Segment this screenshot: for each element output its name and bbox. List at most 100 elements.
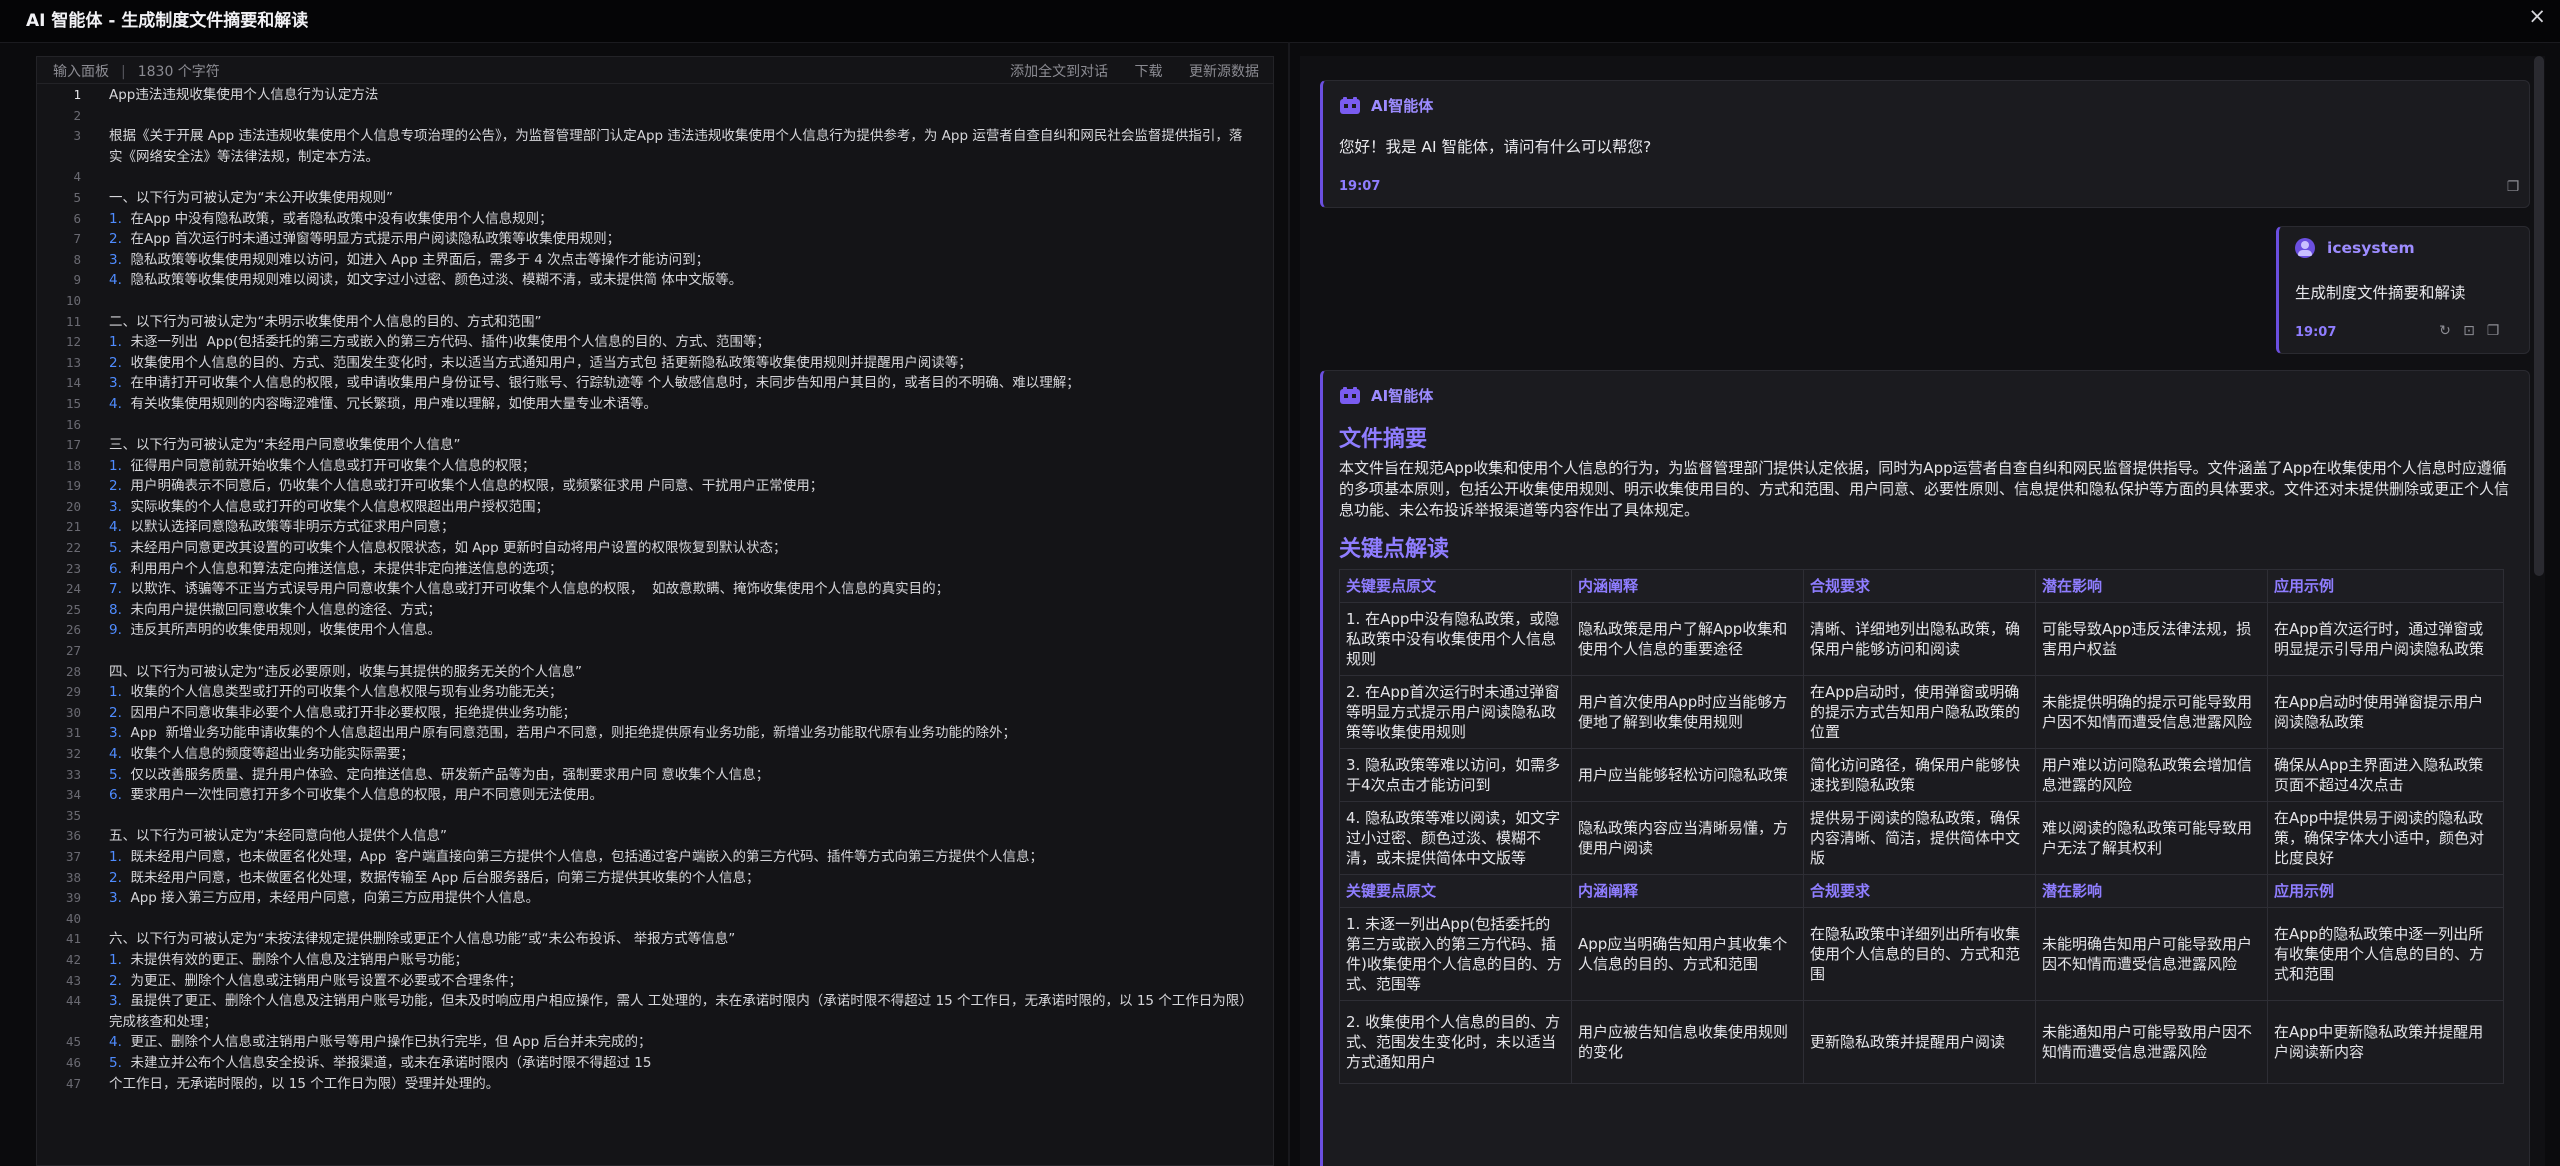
editor-line[interactable]: 14 3. 在申请打开可收集个人信息的权限，或申请收集用户身份证号、银行账号、行踪… bbox=[37, 373, 1273, 394]
editor-line[interactable]: 44 3. 虽提供了更正、删除个人信息及注销用户账号功能，但未及时响应用户相应操作… bbox=[37, 991, 1273, 1032]
download-button[interactable]: 下载 bbox=[1135, 64, 1163, 80]
table-cell: 难以阅读的隐私政策可能导致用户无法了解其权利 bbox=[2035, 801, 2268, 875]
editor-line[interactable]: 36 五、以下行为可被认定为“未经同意向他人提供个人信息” bbox=[37, 826, 1273, 847]
editor-line[interactable]: 8 3. 隐私政策等收集使用规则难以访问，如进入 App 主界面后，需多于 4 次… bbox=[37, 250, 1273, 271]
input-panel-label: 输入面板 bbox=[53, 64, 109, 80]
editor-line[interactable]: 22 5. 未经用户同意更改其设置的可收集个人信息权限状态，如 App 更新时自动… bbox=[37, 538, 1273, 559]
line-number: 10 bbox=[65, 292, 81, 308]
chat-scrollbar[interactable] bbox=[2534, 56, 2544, 576]
editor-line[interactable]: 32 4. 收集个人信息的频度等超出业务功能实际需要； bbox=[37, 744, 1273, 765]
editor-line[interactable]: 18 1. 征得用户同意前就开始收集个人信息或打开可收集个人信息的权限； bbox=[37, 456, 1273, 477]
editor-line[interactable]: 16 bbox=[37, 415, 1273, 436]
editor-line[interactable]: 39 3. App 接入第三方应用，未经用户同意，向第三方应用提供个人信息。 bbox=[37, 888, 1273, 909]
line-content: 征得用户同意前就开始收集个人信息或打开可收集个人信息的权限； bbox=[130, 457, 536, 474]
line-text: 2. 为更正、删除个人信息或注销用户账号设置不必要或不合理条件； bbox=[109, 971, 1251, 992]
list-number: 1. bbox=[109, 334, 122, 351]
copy-icon[interactable]: ❐ bbox=[2505, 179, 2521, 195]
list-number: 1. bbox=[109, 848, 122, 865]
list-number: 5. bbox=[109, 540, 122, 557]
editor-line[interactable]: 46 5. 未建立并公布个人信息安全投诉、举报渠道，或未在承诺时限内（承诺时限不得… bbox=[37, 1053, 1273, 1074]
editor-line[interactable]: 7 2. 在App 首次运行时未通过弹窗等明显方式提示用户阅读隐私政策等收集使用规… bbox=[37, 229, 1273, 250]
editor-line[interactable]: 23 6. 利用用户个人信息和算法定向推送信息，未提供非定向推送信息的选项； bbox=[37, 559, 1273, 580]
editor-line[interactable]: 20 3. 实际收集的个人信息或打开的可收集个人信息权限超出用户授权范围； bbox=[37, 497, 1273, 518]
editor-text-area[interactable]: 1 App违法违规收集使用个人信息行为认定方法 2 3 根据《关于开展 App 违法违规… bbox=[37, 85, 1273, 1165]
line-number: 19 bbox=[65, 478, 81, 494]
editor-line[interactable]: 34 6. 要求用户一次性同意打开多个可收集个人信息的权限，用户不同意则无法使用。 bbox=[37, 785, 1273, 806]
table-cell: 确保从App主界面进入隐私政策页面不超过4次点击 bbox=[2267, 748, 2504, 802]
line-number: 45 bbox=[65, 1034, 81, 1050]
editor-line[interactable]: 26 9. 违反其所声明的收集使用规则，收集使用个人信息。 bbox=[37, 620, 1273, 641]
editor-line[interactable]: 40 bbox=[37, 909, 1273, 930]
editor-line[interactable]: 15 4. 有关收集使用规则的内容晦涩难懂、冗长繁琐，用户难以理解，如使用大量专业… bbox=[37, 394, 1273, 415]
editor-line[interactable]: 31 3. App 新增业务功能申请收集的个人信息超出用户原有同意范围，若用户不同… bbox=[37, 723, 1273, 744]
close-icon[interactable]: × bbox=[2528, 4, 2546, 28]
panel-divider[interactable] bbox=[1288, 42, 1290, 1166]
editor-line[interactable]: 17 三、以下行为可被认定为“未经用户同意收集使用个人信息” bbox=[37, 435, 1273, 456]
editor-line[interactable]: 13 2. 收集使用个人信息的目的、方式、范围发生变化时，未以适当方式通知用户，适… bbox=[37, 353, 1273, 374]
line-number: 13 bbox=[65, 354, 81, 370]
editor-line[interactable]: 25 8. 未向用户提供撤回同意收集个人信息的途径、方式； bbox=[37, 600, 1273, 621]
table-cell: 在App的隐私政策中逐一列出所有收集使用个人信息的目的、方式和范围 bbox=[2267, 907, 2504, 1001]
user-avatar-icon bbox=[2295, 237, 2315, 258]
line-text: 8. 未向用户提供撤回同意收集个人信息的途径、方式； bbox=[109, 600, 1251, 621]
editor-line[interactable]: 43 2. 为更正、删除个人信息或注销用户账号设置不必要或不合理条件； bbox=[37, 971, 1273, 992]
key-points-table: 关键要点原文 内涵阐释 合规要求 潜在影响 应用示例 1. 在App中没有隐私政… bbox=[1339, 569, 2504, 1084]
line-content: 三、以下行为可被认定为“未经用户同意收集使用个人信息” bbox=[109, 437, 461, 454]
editor-line[interactable]: 42 1. 未提供有效的更正、删除个人信息及注销用户账号功能； bbox=[37, 950, 1273, 971]
line-content: 六、以下行为可被认定为“未按法律规定提供删除或更正个人信息功能”或“未公布投诉、… bbox=[109, 931, 736, 948]
table-cell: 未能提供明确的提示可能导致用户因不知情而遭受信息泄露风险 bbox=[2035, 675, 2268, 749]
editor-line[interactable]: 10 bbox=[37, 291, 1273, 312]
editor-line[interactable]: 33 5. 仅以改善服务质量、提升用户体验、定向推送信息、研发新产品等为由，强制要… bbox=[37, 765, 1273, 786]
copy-icon[interactable]: ❐ bbox=[2485, 323, 2501, 339]
editor-line[interactable]: 24 7. 以欺诈、诱骗等不正当方式误导用户同意收集个人信息或打开可收集个人信息的… bbox=[37, 579, 1273, 600]
editor-line[interactable]: 30 2. 因用户不同意收集非必要个人信息或打开非必要权限，拒绝提供业务功能； bbox=[37, 703, 1273, 724]
table-cell: 提供易于阅读的隐私政策，确保内容清晰、简洁，提供简体中文版 bbox=[1803, 801, 2036, 875]
list-number: 1. bbox=[109, 457, 122, 474]
line-text: 6. 要求用户一次性同意打开多个可收集个人信息的权限，用户不同意则无法使用。 bbox=[109, 785, 1251, 806]
editor-line[interactable]: 1 App违法违规收集使用个人信息行为认定方法 bbox=[37, 85, 1273, 106]
list-number: 5. bbox=[109, 1054, 122, 1071]
analysis-heading: 关键点解读 bbox=[1339, 537, 1450, 562]
table-cell: 在App首次运行时，通过弹窗或明显提示引导用户阅读隐私政策 bbox=[2267, 602, 2504, 676]
line-number: 14 bbox=[65, 375, 81, 391]
table-cell: 未能明确告知用户可能导致用户因不知情而遭受信息泄露风险 bbox=[2035, 907, 2268, 1001]
table-cell: 在App中更新隐私政策并提醒用户阅读新内容 bbox=[2267, 1000, 2504, 1084]
line-content: 二、以下行为可被认定为“未明示收集使用个人信息的目的、方式和范围” bbox=[109, 313, 542, 330]
editor-line[interactable]: 2 bbox=[37, 106, 1273, 127]
line-content: 用户明确表示不同意后，仍收集个人信息或打开可收集个人信息的权限，或频繁征求用 户… bbox=[130, 478, 824, 495]
editor-line[interactable]: 4 bbox=[37, 167, 1273, 188]
editor-line[interactable]: 45 4. 更正、删除个人信息或注销用户账号等用户操作已执行完毕，但 App 后台… bbox=[37, 1032, 1273, 1053]
add-fulltext-button[interactable]: 添加全文到对话 bbox=[1010, 64, 1108, 80]
line-text: 2. 因用户不同意收集非必要个人信息或打开非必要权限，拒绝提供业务功能； bbox=[109, 703, 1251, 724]
editor-line[interactable]: 35 bbox=[37, 806, 1273, 827]
editor-line[interactable]: 6 1. 在App 中没有隐私政策，或者隐私政策中没有收集使用个人信息规则； bbox=[37, 209, 1273, 230]
editor-line[interactable]: 5 一、以下行为可被认定为“未公开收集使用规则” bbox=[37, 188, 1273, 209]
list-number: 2. bbox=[109, 972, 122, 989]
edit-icon[interactable]: ⊡ bbox=[2461, 323, 2477, 339]
line-content: 在申请打开可收集个人信息的权限，或申请收集用户身份证号、银行账号、行踪轨迹等 个… bbox=[130, 375, 1080, 392]
editor-line[interactable]: 28 四、以下行为可被认定为“违反必要原则，收集与其提供的服务无关的个人信息” bbox=[37, 662, 1273, 683]
editor-line[interactable]: 19 2. 用户明确表示不同意后，仍收集个人信息或打开可收集个人信息的权限，或频繁… bbox=[37, 476, 1273, 497]
editor-line[interactable]: 21 4. 以默认选择同意隐私政策等非明示方式征求用户同意； bbox=[37, 517, 1273, 538]
table-cell: 用户应被告知信息收集使用规则的变化 bbox=[1571, 1000, 1804, 1084]
editor-line[interactable]: 37 1. 既未经用户同意，也未做匿名化处理，App 客户端直接向第三方提供个人信… bbox=[37, 847, 1273, 868]
line-text: App违法违规收集使用个人信息行为认定方法 bbox=[109, 85, 1251, 106]
editor-line[interactable]: 9 4. 隐私政策等收集使用规则难以阅读，如文字过小过密、颜色过淡、模糊不清，或未… bbox=[37, 270, 1273, 291]
retry-icon[interactable]: ↻ bbox=[2437, 323, 2453, 339]
line-number: 42 bbox=[65, 951, 81, 967]
line-text: 6. 利用用户个人信息和算法定向推送信息，未提供非定向推送信息的选项； bbox=[109, 559, 1251, 580]
editor-line[interactable]: 12 1. 未逐一列出 App(包括委托的第三方或嵌入的第三方代码、插件)收集使用… bbox=[37, 332, 1273, 353]
update-source-button[interactable]: 更新源数据 bbox=[1189, 64, 1259, 80]
editor-line[interactable]: 38 2. 既未经用户同意，也未做匿名化处理，数据传输至 App 后台服务器后，向… bbox=[37, 868, 1273, 889]
editor-line[interactable]: 41 六、以下行为可被认定为“未按法律规定提供删除或更正个人信息功能”或“未公布投… bbox=[37, 929, 1273, 950]
line-text: 7. 以欺诈、诱骗等不正当方式误导用户同意收集个人信息或打开可收集个人信息的权限… bbox=[109, 579, 1251, 600]
editor-line[interactable]: 29 1. 收集的个人信息类型或打开的可收集个人信息权限与现有业务功能无关； bbox=[37, 682, 1273, 703]
editor-line[interactable]: 27 bbox=[37, 641, 1273, 662]
editor-line[interactable]: 11 二、以下行为可被认定为“未明示收集使用个人信息的目的、方式和范围” bbox=[37, 312, 1273, 333]
editor-line[interactable]: 3 根据《关于开展 App 违法违规收集使用个人信息专项治理的公告》，为监督管理部… bbox=[37, 126, 1273, 167]
editor-line[interactable]: 47 个工作日，无承诺时限的，以 15 个工作日为限）受理并处理的。 bbox=[37, 1074, 1273, 1095]
bot-icon bbox=[1340, 96, 1360, 114]
column-header: 合规要求 bbox=[1803, 569, 2036, 603]
line-number: 5 bbox=[73, 189, 81, 205]
table-cell: App应当明确告知用户其收集个人信息的目的、方式和范围 bbox=[1571, 907, 1804, 1001]
